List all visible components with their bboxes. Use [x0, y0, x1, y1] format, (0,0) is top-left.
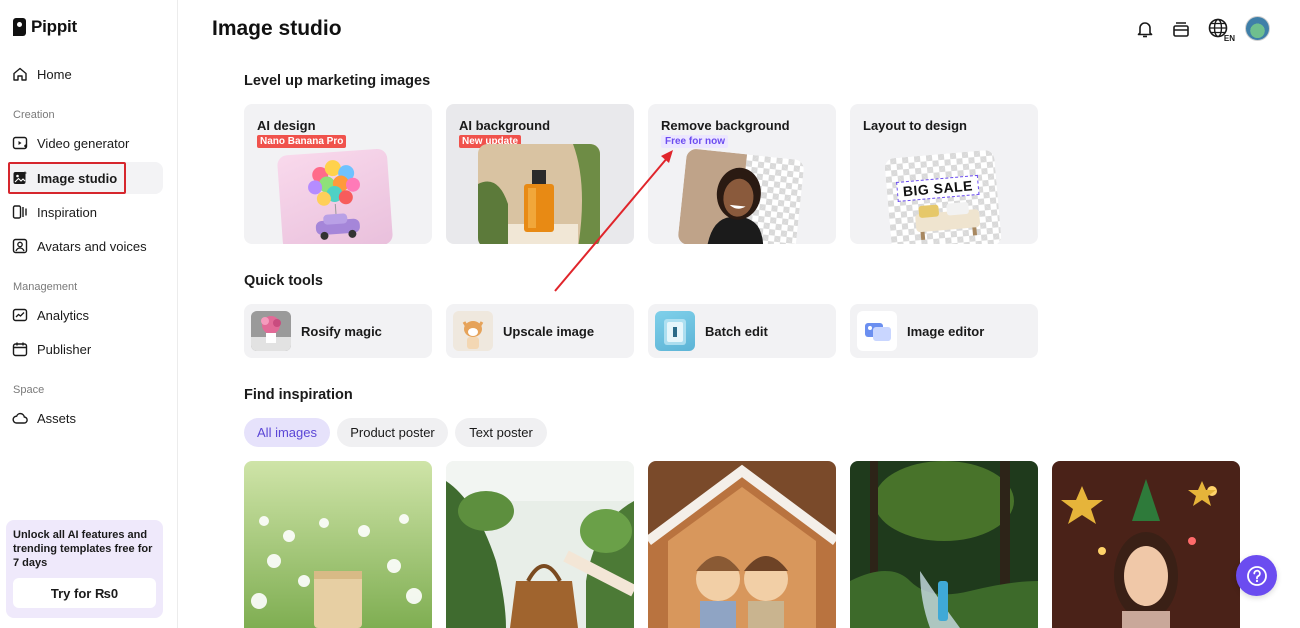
inspiration-tile[interactable] — [244, 461, 432, 628]
cloud-icon — [12, 412, 28, 424]
tool-label: Rosify magic — [301, 323, 382, 339]
card-title: AI background — [459, 118, 551, 133]
calendar-icon — [12, 342, 28, 357]
upgrade-promo: Unlock all AI features and trending temp… — [6, 520, 163, 618]
sidebar-item-analytics[interactable]: Analytics — [8, 299, 163, 331]
language-code: EN — [1223, 33, 1235, 43]
layout-design-preview: BIG SALE — [884, 149, 1002, 244]
card-title: AI design — [257, 118, 316, 133]
try-free-button[interactable]: Try for ₨0 — [13, 578, 156, 608]
sidebar-item-label: Image studio — [37, 170, 118, 186]
video-add-icon — [12, 136, 28, 150]
question-icon — [1246, 565, 1267, 586]
chip-all-images[interactable]: All images — [244, 418, 330, 447]
tool-label: Image editor — [907, 323, 985, 339]
promo-text: Unlock all AI features and trending temp… — [13, 529, 153, 569]
gingerbread-dolls-image — [648, 461, 836, 628]
rosify-thumbnail — [251, 311, 291, 351]
inspiration-tile[interactable] — [1052, 461, 1240, 628]
card-title: Layout to design — [863, 118, 967, 133]
batch-edit-thumbnail — [655, 311, 695, 351]
card-remove-background[interactable]: Remove background Free for now — [648, 104, 836, 244]
logo-text: Pippit — [31, 17, 78, 36]
sidebar-section-creation: Creation — [13, 109, 55, 121]
inbox-icon[interactable] — [1169, 17, 1193, 41]
tool-label: Upscale image — [503, 323, 595, 339]
sidebar-item-avatars-voices[interactable]: Avatars and voices — [8, 230, 163, 262]
remove-bg-preview — [677, 148, 805, 244]
help-button[interactable] — [1236, 555, 1277, 596]
sidebar-item-label: Avatars and voices — [37, 238, 147, 254]
tool-upscale-image[interactable]: Upscale image — [446, 304, 634, 358]
inspiration-tile[interactable] — [648, 461, 836, 628]
inspiration-tile[interactable] — [850, 461, 1038, 628]
avatar[interactable] — [1245, 16, 1270, 41]
analytics-icon — [12, 308, 28, 322]
chip-text-poster[interactable]: Text poster — [455, 418, 547, 447]
sidebar-section-space: Space — [13, 384, 45, 396]
sidebar: Pippit Home Creation Video generator Ima… — [0, 0, 178, 628]
tool-label: Batch edit — [705, 323, 768, 339]
sidebar-item-inspiration[interactable]: Inspiration — [8, 196, 163, 228]
upscale-thumbnail — [453, 311, 493, 351]
header-actions: EN — [1133, 16, 1270, 43]
sidebar-item-assets[interactable]: Assets — [8, 402, 163, 434]
tool-image-editor[interactable]: Image editor — [850, 304, 1038, 358]
card-layout-to-design[interactable]: Layout to design BIG SALE — [850, 104, 1038, 244]
forest-stream-image — [850, 461, 1038, 628]
sidebar-item-publisher[interactable]: Publisher — [8, 333, 163, 365]
sidebar-item-label: Inspiration — [37, 204, 97, 220]
card-badge: Nano Banana Pro — [257, 135, 347, 148]
card-ai-design[interactable]: AI design Nano Banana Pro — [244, 104, 432, 244]
christmas-portrait-image — [1052, 461, 1240, 628]
sidebar-item-label: Analytics — [37, 307, 90, 323]
marketing-heading: Level up marketing images — [244, 73, 431, 89]
flower-field-product-image — [244, 461, 432, 628]
card-badge: Free for now — [661, 135, 729, 148]
inspiration-tile[interactable] — [446, 461, 634, 628]
language-selector[interactable]: EN — [1205, 17, 1235, 43]
ai-background-preview — [478, 144, 600, 244]
sidebar-item-label: Video generator — [37, 135, 130, 151]
sidebar-section-management: Management — [13, 281, 78, 293]
balloon-car-illustration — [308, 160, 360, 240]
chip-product-poster[interactable]: Product poster — [337, 418, 448, 447]
sidebar-item-label: Assets — [37, 410, 77, 426]
sidebar-item-image-studio[interactable]: Image studio — [8, 162, 163, 194]
perfume-illustration — [478, 144, 600, 244]
sidebar-item-video-generator[interactable]: Video generator — [8, 127, 163, 159]
sidebar-item-label: Publisher — [37, 341, 92, 357]
tool-batch-edit[interactable]: Batch edit — [648, 304, 836, 358]
image-studio-icon — [13, 171, 27, 184]
card-title: Remove background — [661, 118, 790, 133]
app-logo[interactable]: Pippit — [13, 17, 77, 37]
page-title: Image studio — [212, 17, 342, 40]
home-icon — [13, 67, 27, 81]
sofa-illustration — [915, 202, 980, 241]
tool-rosify-magic[interactable]: Rosify magic — [244, 304, 432, 358]
find-inspiration-heading: Find inspiration — [244, 387, 353, 403]
avatar-icon — [12, 238, 28, 254]
bell-icon[interactable] — [1133, 17, 1157, 41]
card-ai-background[interactable]: AI background New update — [446, 104, 634, 244]
quick-tools-heading: Quick tools — [244, 273, 323, 289]
portrait-illustration — [677, 148, 764, 244]
sidebar-item-label: Home — [37, 66, 72, 82]
pippit-logo-icon — [13, 18, 26, 36]
plants-bag-image — [446, 461, 634, 628]
ai-design-preview — [276, 148, 394, 244]
inspiration-icon — [12, 205, 27, 219]
sidebar-item-home[interactable]: Home — [8, 58, 163, 90]
image-editor-thumbnail — [857, 311, 897, 351]
